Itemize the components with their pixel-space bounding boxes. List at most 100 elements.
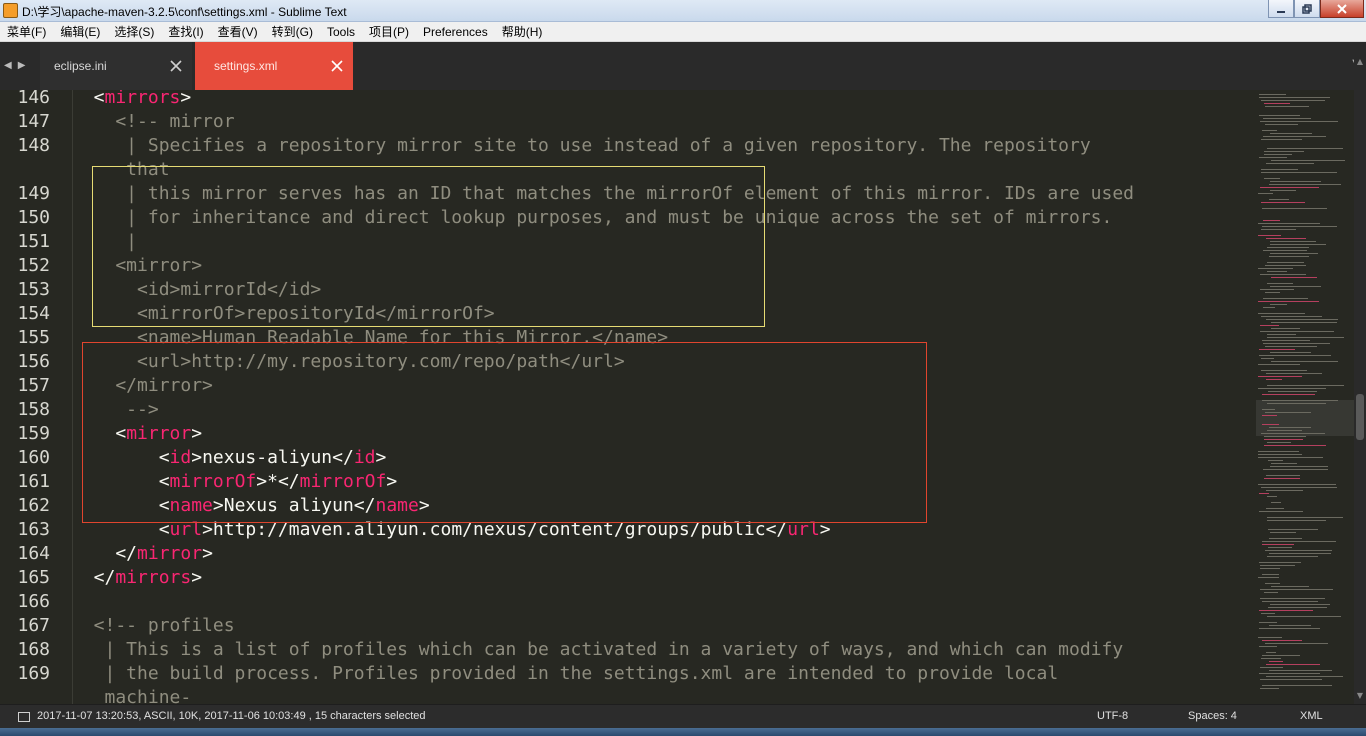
code-line[interactable]: | This is a list of profiles which can b… [72, 638, 1124, 662]
code-token: < [72, 90, 105, 108]
menu-preferences[interactable]: Preferences [416, 25, 495, 39]
minimap-line [1267, 334, 1296, 335]
minimap-line [1258, 301, 1319, 302]
minimap-line [1267, 442, 1291, 443]
code-token: <!-- mirror [72, 111, 235, 132]
menu-view[interactable]: 查看(V) [211, 23, 265, 40]
menu-tools[interactable]: Tools [320, 25, 362, 39]
minimap-line [1266, 379, 1282, 380]
code-token: </ [72, 543, 138, 564]
minimap-line [1260, 688, 1279, 689]
minimap-line [1266, 508, 1284, 509]
tab-close-icon[interactable] [330, 59, 344, 73]
line-number: 149 [17, 183, 50, 204]
minimap-line [1259, 157, 1287, 158]
minimap-line [1259, 673, 1320, 674]
tab-settings-xml[interactable]: settings.xml [195, 42, 353, 90]
minimap-line [1267, 337, 1344, 338]
minimap-line [1266, 238, 1306, 239]
menu-file[interactable]: 菜单(F) [0, 23, 53, 40]
status-syntax[interactable]: XML [1300, 710, 1323, 722]
minimap-line [1262, 685, 1332, 686]
minimap-line [1261, 172, 1337, 173]
title-bar: D:\学习\apache-maven-3.2.5\conf\settings.x… [0, 0, 1366, 22]
minimap-line [1264, 151, 1304, 152]
minimap-line [1261, 613, 1275, 614]
status-indentation[interactable]: Spaces: 4 [1188, 710, 1237, 722]
menu-selection[interactable]: 选择(S) [107, 23, 161, 40]
minimap-line [1265, 106, 1309, 107]
tab-next-icon[interactable]: ▶ [18, 60, 26, 71]
minimap-line [1259, 115, 1300, 116]
minimap-line [1270, 532, 1296, 533]
minimap-line [1262, 394, 1315, 395]
minimap-line [1262, 640, 1302, 641]
menu-help[interactable]: 帮助(H) [495, 23, 550, 40]
minimap-line [1263, 220, 1280, 221]
minimap-line [1258, 268, 1293, 269]
minimap-line [1262, 130, 1277, 131]
minimap-line [1264, 478, 1300, 479]
minimap-line [1267, 496, 1277, 497]
maximize-button[interactable] [1294, 0, 1320, 18]
code-line[interactable]: | the build process. Profiles provided i… [72, 662, 1059, 686]
menu-find[interactable]: 查找(I) [161, 23, 210, 40]
minimap-line [1269, 625, 1311, 626]
minimap-line [1258, 235, 1281, 236]
panel-toggle-icon[interactable] [18, 712, 30, 722]
minimap-line [1265, 124, 1298, 125]
minimap-line [1267, 520, 1326, 521]
minimap-line [1265, 292, 1280, 293]
minimap-line [1267, 247, 1309, 248]
menu-goto[interactable]: 转到(G) [265, 23, 320, 40]
minimap-line [1260, 289, 1294, 290]
minimap-line [1258, 223, 1320, 224]
status-encoding[interactable]: UTF-8 [1097, 710, 1128, 722]
minimap-line [1268, 607, 1327, 608]
minimap-line [1267, 616, 1341, 617]
code-line[interactable]: </mirror> [72, 542, 213, 566]
minimap-line [1258, 637, 1282, 638]
code-line[interactable]: | Specifies a repository mirror site to … [72, 134, 1091, 158]
scrollbar-thumb[interactable] [1356, 394, 1364, 440]
minimap-line [1271, 160, 1345, 161]
minimap[interactable] [1250, 90, 1354, 704]
windows-taskbar [0, 728, 1366, 736]
minimap-line [1260, 331, 1334, 332]
minimap-line [1271, 328, 1300, 329]
scroll-down-icon[interactable]: ▼ [1354, 690, 1366, 702]
code-token: > [191, 567, 203, 588]
tab-eclipse-ini[interactable]: eclipse.ini [40, 42, 192, 90]
code-line[interactable]: </mirrors> [72, 566, 202, 590]
tab-prev-icon[interactable]: ◀ [4, 60, 12, 71]
minimap-line [1270, 466, 1328, 467]
minimap-line [1261, 433, 1325, 434]
close-window-button[interactable] [1320, 0, 1364, 18]
line-number: 152 [17, 255, 50, 276]
code-line[interactable]: machine- [72, 686, 192, 704]
minimap-line [1270, 181, 1321, 182]
line-number: 154 [17, 303, 50, 324]
minimap-line [1262, 226, 1337, 227]
minimap-line [1263, 118, 1311, 119]
minimap-line [1266, 373, 1322, 374]
menu-edit[interactable]: 编辑(E) [53, 23, 107, 40]
tab-close-icon[interactable] [169, 59, 183, 73]
code-line[interactable]: <!-- profiles [72, 614, 235, 638]
code-line[interactable]: <mirrors> [72, 90, 192, 110]
minimize-button[interactable] [1268, 0, 1294, 18]
minimap-line [1259, 646, 1277, 647]
minimap-line [1268, 391, 1317, 392]
code-line[interactable]: <!-- mirror [72, 110, 235, 134]
line-number: 159 [17, 423, 50, 444]
minimap-line [1261, 100, 1325, 101]
vertical-scrollbar[interactable]: ▲ ▼ [1354, 54, 1366, 704]
minimap-line [1262, 601, 1318, 602]
scroll-up-icon[interactable]: ▲ [1354, 56, 1366, 68]
minimap-line [1260, 679, 1322, 680]
minimap-line [1261, 169, 1298, 170]
code-token: | the build process. Profiles provided i… [72, 663, 1059, 684]
minimap-line [1260, 325, 1279, 326]
menu-project[interactable]: 项目(P) [362, 23, 416, 40]
minimap-line [1261, 358, 1274, 359]
